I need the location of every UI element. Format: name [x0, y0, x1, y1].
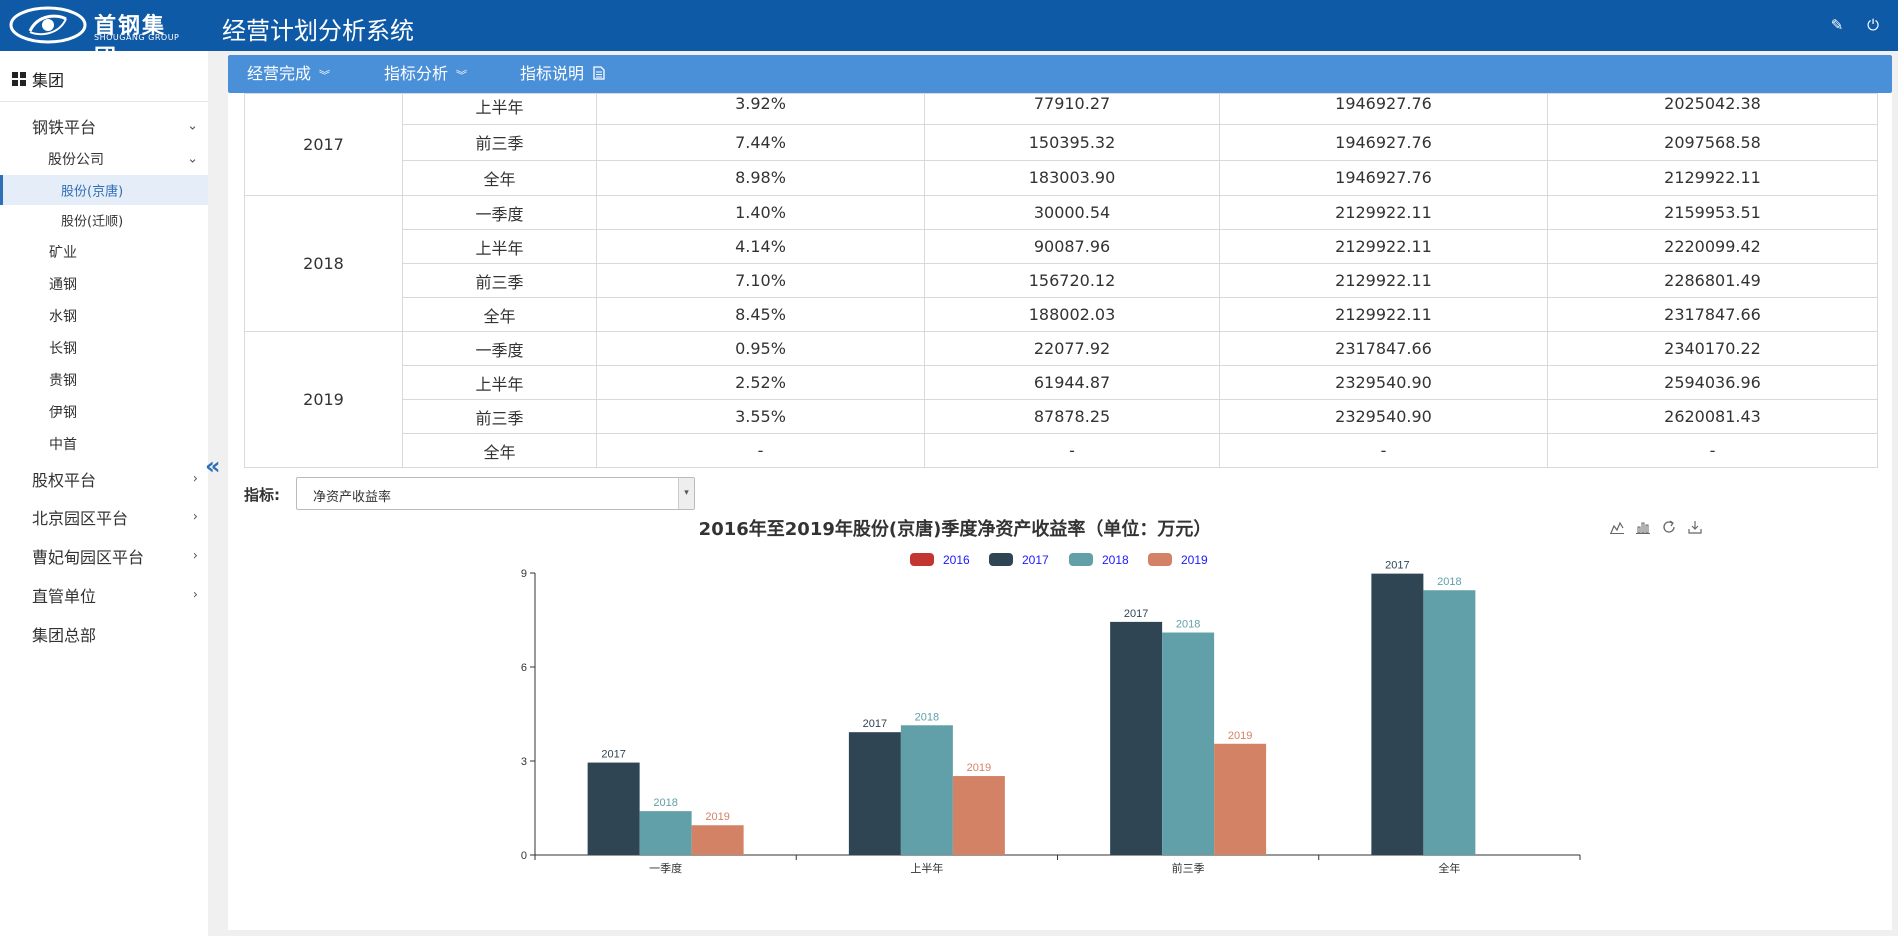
sidebar-item-direct-units[interactable]: 直管单位 ›: [0, 577, 208, 613]
sidebar-item-share-company[interactable]: 股份公司 ⌄: [0, 143, 208, 175]
sidebar-item-label: 贵钢: [49, 373, 77, 389]
x-tick-label: 全年: [1438, 861, 1460, 875]
legend-label-2017[interactable]: 2017: [1022, 553, 1049, 567]
chevron-down-icon: ⌄: [187, 151, 198, 167]
sidebar-item-mining[interactable]: 矿业: [0, 237, 208, 267]
bar-2019-1: [952, 776, 1005, 855]
bar-data-label: 2019: [705, 811, 729, 823]
power-icon[interactable]: ⏻: [1864, 16, 1882, 34]
bar-2018-2: [1162, 632, 1215, 855]
sidebar-item-equity-platform[interactable]: 股权平台 ›: [0, 461, 208, 497]
y-tick-label: 9: [521, 568, 527, 580]
bar-2018-1: [900, 725, 953, 855]
bar-2017-1: [848, 732, 901, 855]
app-title: 经营计划分析系统: [222, 17, 414, 45]
bar-2019-2: [1214, 743, 1267, 855]
sidebar-item-steel-platform[interactable]: 钢铁平台 ⌄: [0, 109, 208, 143]
chevron-right-icon: ›: [192, 471, 198, 487]
legend-label-2018[interactable]: 2018: [1102, 553, 1129, 567]
x-tick-label: 前三季: [1172, 861, 1205, 875]
sidebar-item-label: 股权平台: [32, 471, 97, 490]
sidebar-item-label: 通钢: [49, 277, 77, 293]
bar-2017-3: [1371, 573, 1424, 855]
sidebar-item-label: 曹妃甸园区平台: [32, 548, 145, 567]
chevron-right-icon: ›: [192, 548, 198, 564]
chevron-right-icon: ›: [192, 587, 198, 603]
legend-swatch-2017[interactable]: [989, 553, 1013, 566]
sidebar-item-qianshun[interactable]: 股份(迁顺): [0, 205, 208, 235]
bar-data-label: 2017: [1124, 608, 1148, 620]
sidebar-item-yigang[interactable]: 伊钢: [0, 397, 208, 427]
bar-2018-3: [1423, 590, 1476, 855]
legend-swatch-2019[interactable]: [1148, 553, 1172, 566]
sidebar-item-label: 直管单位: [32, 587, 97, 606]
grid-icon: [12, 72, 26, 86]
sidebar-item-label: 钢铁平台: [32, 118, 97, 137]
bar-chart: 0 3 6 9 一季度 上半年 前三季 全年 2017 2017 2017 2017 2018 2018 2…: [521, 553, 1581, 875]
company-logo: 首钢集团 SHOUGANG GROUP: [8, 4, 188, 71]
sidebar-item-label: 中首: [49, 437, 77, 453]
x-tick-label: 一季度: [649, 861, 682, 875]
bar-data-label: 2018: [1437, 576, 1461, 588]
sidebar-item-label: 矿业: [49, 245, 77, 261]
sidebar-item-guigang[interactable]: 贵钢: [0, 365, 208, 395]
sidebar-root-group[interactable]: 集团: [12, 67, 64, 91]
sidebar-item-label: 集团总部: [32, 626, 97, 645]
bar-2018-0: [639, 811, 692, 855]
legend-label-2016[interactable]: 2016: [943, 553, 970, 567]
legend-swatch-2016[interactable]: [910, 553, 934, 566]
bar-data-label: 2018: [1176, 619, 1200, 631]
collapse-sidebar-icon[interactable]: «: [205, 454, 225, 479]
sidebar-item-label: 股份(京唐): [61, 184, 124, 200]
sidebar-divider: [0, 101, 208, 102]
y-tick-label: 3: [521, 756, 527, 768]
bar-data-label: 2019: [967, 762, 991, 774]
sidebar-item-jingtang[interactable]: 股份(京唐): [0, 175, 208, 205]
edit-icon[interactable]: ✎: [1828, 16, 1846, 34]
chevron-right-icon: ›: [192, 509, 198, 525]
bar-2017-0: [587, 762, 640, 855]
x-tick-label: 上半年: [910, 861, 943, 875]
chevron-down-icon: ⌄: [187, 118, 198, 134]
sidebar-item-label: 伊钢: [49, 405, 77, 421]
sidebar-item-label: 股份公司: [48, 152, 104, 168]
sidebar-item-beijing-park[interactable]: 北京园区平台 ›: [0, 499, 208, 535]
sidebar-item-group-hq[interactable]: 集团总部: [0, 616, 208, 652]
y-tick-label: 6: [521, 662, 527, 674]
bar-data-label: 2018: [653, 797, 677, 809]
top-header: 首钢集团 SHOUGANG GROUP 经营计划分析系统 ✎ ⏻: [0, 0, 1898, 71]
bar-data-label: 2017: [863, 718, 887, 730]
sidebar-item-label: 股份(迁顺): [61, 214, 124, 230]
sidebar-item-label: 北京园区平台: [32, 509, 129, 528]
y-tick-label: 0: [521, 850, 527, 862]
main-panel: 2017 上半年 3.92% 77910.27 1946927.76 2025042.38…: [228, 55, 1892, 930]
bar-data-label: 2017: [1385, 560, 1409, 572]
sidebar-item-tonggang[interactable]: 通钢: [0, 269, 208, 299]
bar-2017-2: [1110, 621, 1163, 855]
bar-2019-0: [691, 825, 744, 855]
legend-swatch-2018[interactable]: [1069, 553, 1093, 566]
sidebar: 集团 钢铁平台 ⌄ 股份公司 ⌄ 股份(京唐) 股份(迁顺) 矿业 通钢 水钢 …: [0, 51, 208, 936]
sidebar-root-label: 集团: [32, 71, 65, 90]
sidebar-item-shuigang[interactable]: 水钢: [0, 301, 208, 331]
logo-emblem: [9, 6, 87, 44]
bar-data-label: 2019: [1228, 730, 1252, 742]
sidebar-item-zhongshou[interactable]: 中首: [0, 429, 208, 459]
legend-label-2019[interactable]: 2019: [1181, 553, 1208, 567]
bar-data-label: 2018: [915, 711, 939, 723]
sidebar-item-caofeidian-park[interactable]: 曹妃甸园区平台 ›: [0, 538, 208, 574]
sidebar-item-changgang[interactable]: 长钢: [0, 333, 208, 363]
logo-text-en: SHOUGANG GROUP: [94, 33, 180, 42]
sidebar-item-label: 长钢: [49, 341, 77, 357]
bar-data-label: 2017: [601, 749, 625, 761]
sidebar-item-label: 水钢: [49, 309, 77, 325]
